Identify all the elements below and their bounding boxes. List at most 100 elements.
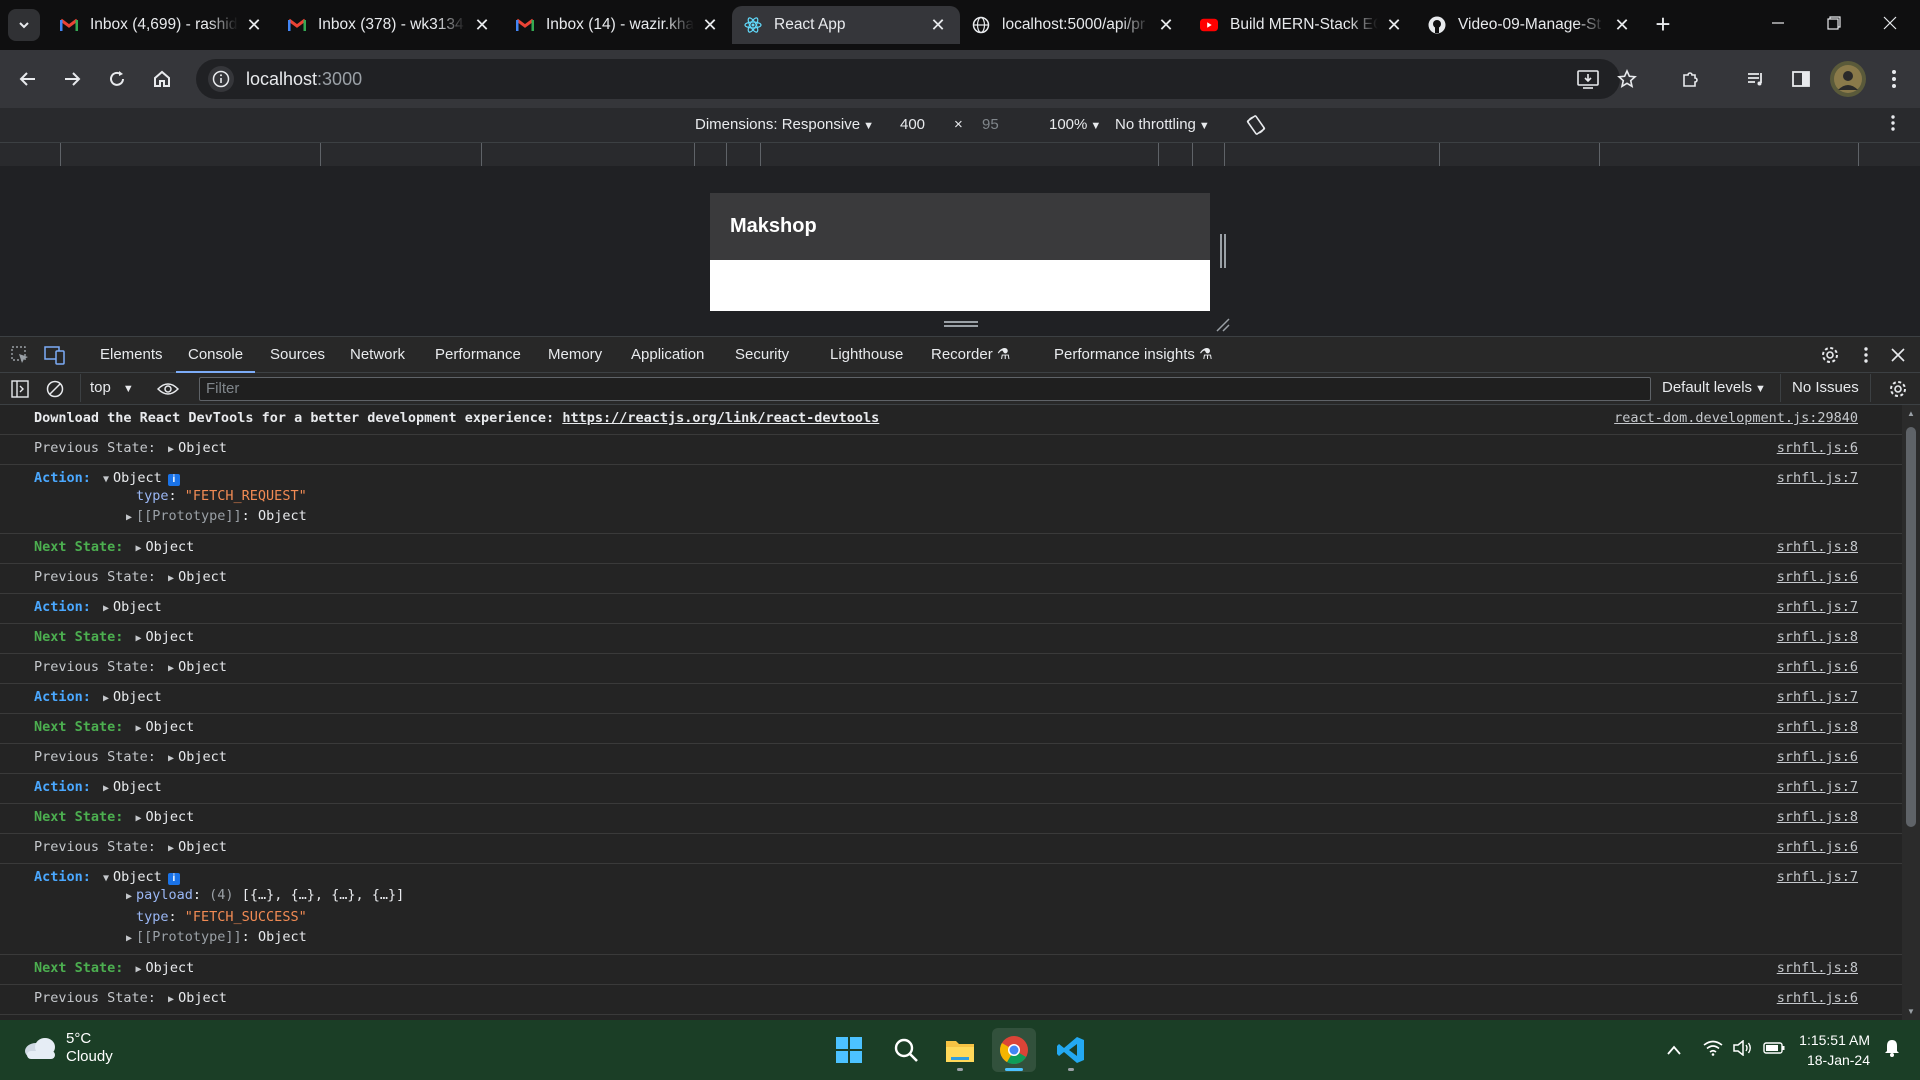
- home-button[interactable]: [146, 63, 178, 95]
- back-button[interactable]: [12, 63, 44, 95]
- restore-button[interactable]: [1806, 0, 1862, 46]
- tab-performance[interactable]: Performance: [435, 337, 521, 373]
- expand-triangle-icon[interactable]: ▶: [132, 964, 146, 975]
- close-icon[interactable]: ✕: [1384, 15, 1404, 35]
- source-link[interactable]: srhfl.js:6: [1777, 569, 1858, 585]
- height-input[interactable]: 95: [982, 116, 999, 133]
- expand-triangle-icon[interactable]: ▶: [99, 693, 113, 704]
- source-link[interactable]: srhfl.js:6: [1777, 659, 1858, 675]
- expand-triangle-icon[interactable]: ▶: [122, 887, 136, 907]
- log-next-state[interactable]: Next State: ▶ Object srhfl.js:8: [0, 624, 1902, 654]
- weather-widget[interactable]: 5°C Cloudy: [22, 1030, 113, 1066]
- expand-triangle-icon[interactable]: ▶: [164, 753, 178, 764]
- device-toggle-button[interactable]: [41, 341, 69, 369]
- volume-icon[interactable]: [1733, 1038, 1753, 1061]
- scroll-down-icon[interactable]: ▼: [1907, 1007, 1915, 1016]
- resize-handle-right[interactable]: [1220, 234, 1226, 268]
- tab-lighthouse[interactable]: Lighthouse: [830, 337, 903, 373]
- source-link[interactable]: srhfl.js:6: [1777, 440, 1858, 456]
- source-link[interactable]: srhfl.js:8: [1777, 629, 1858, 645]
- resize-handle-bottom[interactable]: [944, 321, 978, 327]
- tab-network[interactable]: Network: [350, 337, 405, 373]
- expand-triangle-icon[interactable]: ▶: [132, 813, 146, 824]
- tab-memory[interactable]: Memory: [548, 337, 602, 373]
- bookmark-button[interactable]: [1611, 63, 1643, 95]
- expand-triangle-icon[interactable]: ▶: [164, 843, 178, 854]
- log-previous-state[interactable]: Previous State: ▶ Object srhfl.js:6: [0, 985, 1902, 1015]
- object-value[interactable]: Object: [178, 569, 227, 585]
- throttling-dropdown[interactable]: No throttling ▼: [1115, 116, 1210, 133]
- log-next-state[interactable]: Next State: ▶ Object srhfl.js:8: [0, 804, 1902, 834]
- tab-elements[interactable]: Elements: [100, 337, 163, 373]
- side-panel-button[interactable]: [1785, 63, 1817, 95]
- expand-triangle-icon[interactable]: ▶: [164, 663, 178, 674]
- start-button[interactable]: [827, 1028, 871, 1072]
- object-value[interactable]: Object: [178, 839, 227, 855]
- log-action[interactable]: Action: ▶ Object srhfl.js:7: [0, 684, 1902, 714]
- minimize-button[interactable]: [1750, 0, 1806, 46]
- source-link[interactable]: srhfl.js:6: [1777, 839, 1858, 855]
- object-value[interactable]: Object: [113, 779, 162, 795]
- log-previous-state[interactable]: Previous State: ▶ Object srhfl.js:6: [0, 435, 1902, 465]
- console-settings-button[interactable]: [1884, 375, 1912, 403]
- object-value[interactable]: Object: [113, 599, 162, 615]
- devtools-close-button[interactable]: [1884, 341, 1912, 369]
- tab-security[interactable]: Security: [735, 337, 789, 373]
- file-explorer-button[interactable]: [938, 1028, 982, 1072]
- expand-triangle-icon[interactable]: ▶: [164, 444, 178, 455]
- source-link[interactable]: srhfl.js:7: [1777, 599, 1858, 615]
- source-link[interactable]: srhfl.js:8: [1777, 809, 1858, 825]
- log-action[interactable]: Action: ▶ Object srhfl.js:7: [0, 594, 1902, 624]
- expand-triangle-icon[interactable]: ▶: [164, 573, 178, 584]
- react-devtools-link[interactable]: https://reactjs.org/link/react-devtools: [562, 410, 879, 426]
- close-icon[interactable]: ✕: [700, 15, 720, 35]
- show-hidden-icons-button[interactable]: [1667, 1042, 1681, 1058]
- address-bar[interactable]: localhost:3000: [196, 59, 1620, 99]
- object-property[interactable]: ▶ [[Prototype]]: Object: [34, 927, 1902, 949]
- info-icon[interactable]: i: [167, 873, 180, 885]
- object-value[interactable]: Object: [146, 960, 195, 976]
- tab-search-button[interactable]: [8, 9, 40, 41]
- object-value[interactable]: Object: [113, 869, 162, 885]
- log-previous-state[interactable]: Previous State: ▶ Object srhfl.js:6: [0, 744, 1902, 774]
- tab-console[interactable]: Console: [175, 337, 256, 373]
- source-link[interactable]: srhfl.js:7: [1777, 470, 1858, 486]
- close-window-button[interactable]: [1862, 0, 1918, 46]
- expand-triangle-icon[interactable]: ▶: [99, 783, 113, 794]
- object-value[interactable]: Object: [146, 719, 195, 735]
- tab-localhost-api[interactable]: localhost:5000/api/pr ✕: [960, 6, 1188, 44]
- tab-gmail-1[interactable]: Inbox (4,699) - rashid ✕: [48, 6, 276, 44]
- info-icon[interactable]: i: [167, 474, 180, 486]
- tab-application[interactable]: Application: [631, 337, 704, 373]
- log-previous-state[interactable]: Previous State: ▶ Object srhfl.js:6: [0, 564, 1902, 594]
- console-filter-input[interactable]: Filter: [199, 377, 1651, 401]
- tab-youtube[interactable]: Build MERN-Stack EC ✕: [1188, 6, 1416, 44]
- profile-avatar[interactable]: [1830, 61, 1866, 97]
- object-value[interactable]: Object: [113, 689, 162, 705]
- object-property[interactable]: ▶ [[Prototype]]: Object: [34, 506, 1902, 528]
- expand-triangle-icon[interactable]: ▶: [132, 543, 146, 554]
- devtools-menu-button[interactable]: [1852, 341, 1880, 369]
- source-link[interactable]: srhfl.js:8: [1777, 539, 1858, 555]
- vscode-button[interactable]: [1049, 1028, 1093, 1072]
- tab-gmail-3[interactable]: Inbox (14) - wazir.kha ✕: [504, 6, 732, 44]
- object-value[interactable]: Object: [113, 470, 162, 486]
- close-icon[interactable]: ✕: [1156, 15, 1176, 35]
- browser-menu-button[interactable]: [1878, 63, 1910, 95]
- log-previous-state[interactable]: Previous State: ▶ Object srhfl.js:6: [0, 834, 1902, 864]
- source-link[interactable]: srhfl.js:7: [1777, 869, 1858, 885]
- object-property[interactable]: ▶ payload: (4) [{…}, {…}, {…}, {…}]: [34, 885, 1902, 907]
- object-value[interactable]: Object: [146, 809, 195, 825]
- expand-triangle-icon[interactable]: ▶: [132, 633, 146, 644]
- log-next-state[interactable]: Next State: ▶ Object srhfl.js:8: [0, 955, 1902, 985]
- site-info-icon[interactable]: [208, 66, 234, 92]
- battery-icon[interactable]: [1763, 1041, 1785, 1059]
- source-link[interactable]: react-dom.development.js:29840: [1614, 410, 1858, 426]
- chrome-button[interactable]: [992, 1028, 1036, 1072]
- collapse-triangle-icon[interactable]: ▼: [99, 873, 113, 884]
- expand-triangle-icon[interactable]: ▶: [164, 994, 178, 1005]
- inspect-element-button[interactable]: [6, 341, 34, 369]
- device-toolbar-menu[interactable]: [1890, 114, 1896, 136]
- reload-button[interactable]: [101, 63, 133, 95]
- collapse-triangle-icon[interactable]: ▼: [99, 474, 113, 485]
